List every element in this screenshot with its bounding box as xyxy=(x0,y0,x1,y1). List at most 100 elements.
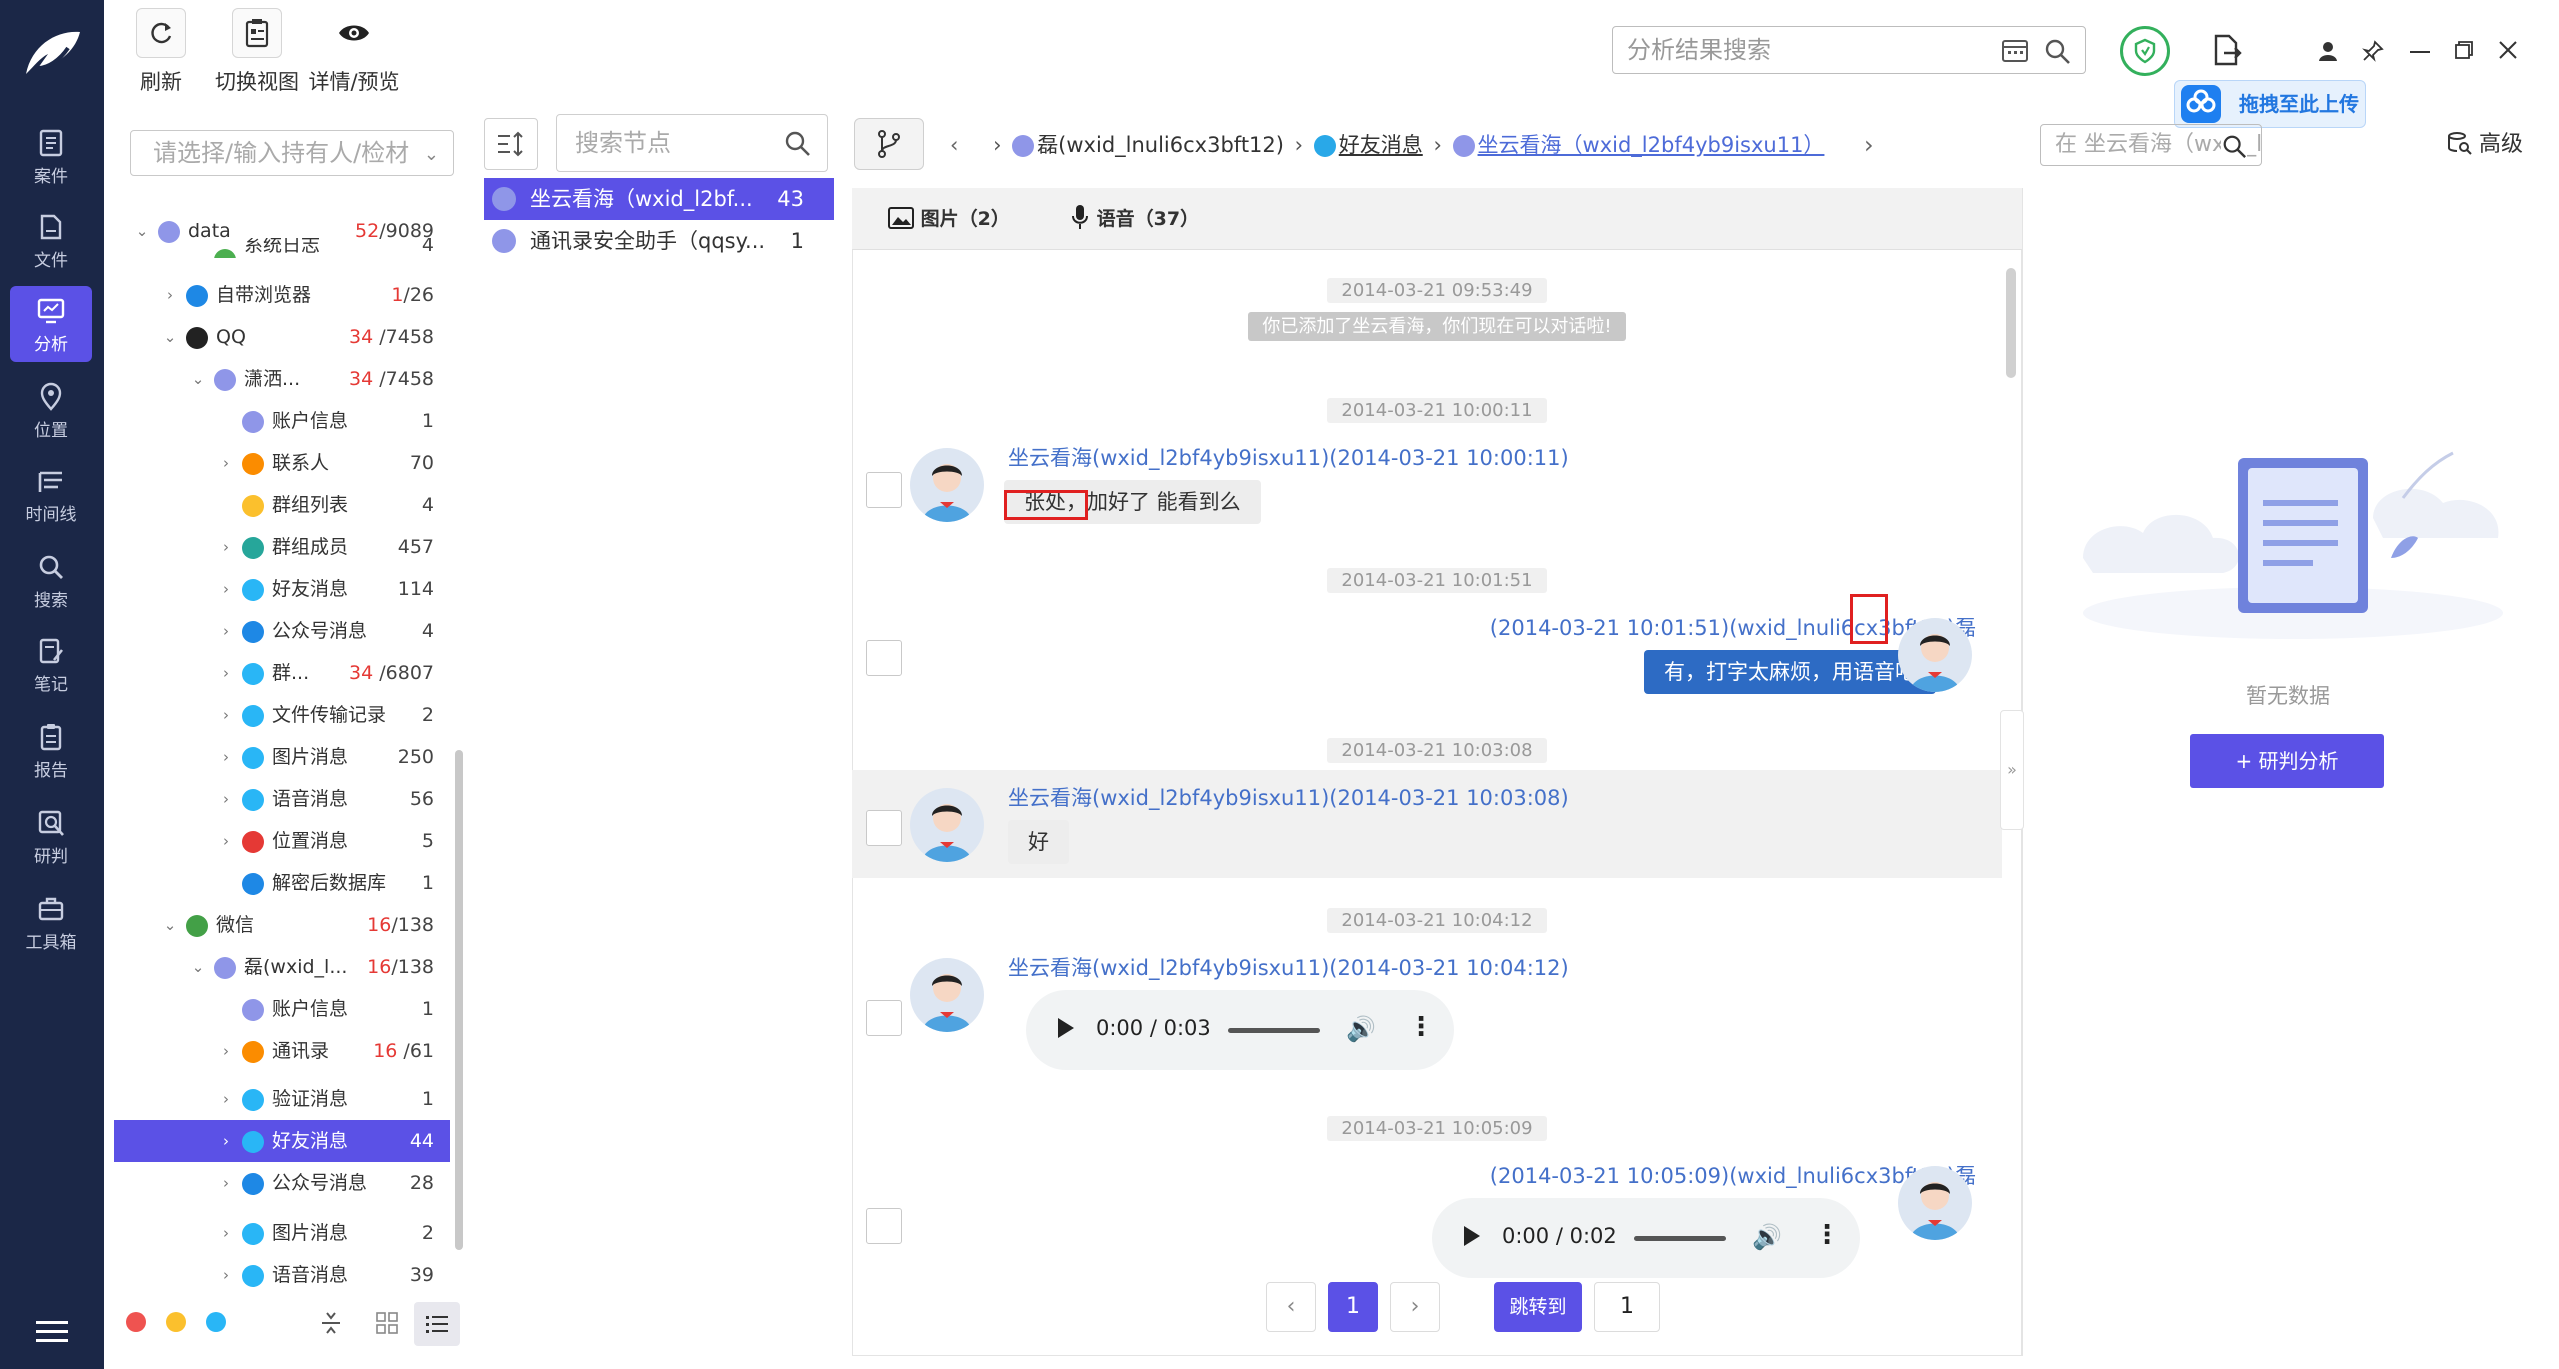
nav-item-analysis[interactable]: 分析 xyxy=(10,286,92,362)
nav-item-timeline[interactable]: 时间线 xyxy=(10,456,92,532)
tree-row[interactable]: › 通讯录 16 /61 xyxy=(114,1030,450,1072)
chevron-right-icon[interactable]: › xyxy=(218,1078,234,1120)
message-checkbox[interactable] xyxy=(866,1000,902,1036)
chevron-right-icon[interactable]: › xyxy=(218,442,234,484)
grid-view-icon[interactable] xyxy=(376,1312,398,1334)
jump-to-button[interactable]: 跳转到 xyxy=(1494,1282,1582,1332)
tree-row[interactable]: › 文件传输记录 2 xyxy=(114,694,450,736)
nav-item-judge[interactable]: 研判 xyxy=(10,798,92,874)
chevron-down-icon[interactable]: ⌄ xyxy=(190,358,206,400)
more-options-icon[interactable]: ⋮ xyxy=(1408,1012,1434,1042)
drag-upload-tip[interactable]: 拖拽至此上传 xyxy=(2174,80,2366,128)
chevron-right-icon[interactable]: › xyxy=(218,1212,234,1254)
pin-icon[interactable] xyxy=(2362,40,2384,62)
contact-list-item[interactable]: 坐云看海（wxid_l2bf... 43 xyxy=(484,178,834,220)
audio-seek-bar[interactable] xyxy=(1228,1028,1320,1033)
chevron-right-icon[interactable]: › xyxy=(218,778,234,820)
expand-collapse-icon[interactable] xyxy=(320,1310,342,1336)
list-view-button[interactable] xyxy=(414,1302,460,1346)
chevron-right-icon[interactable]: › xyxy=(218,610,234,652)
tree-row[interactable]: › 语音消息 39 xyxy=(114,1254,450,1296)
nav-item-search[interactable]: 搜索 xyxy=(10,542,92,618)
chevron-down-icon[interactable]: ⌄ xyxy=(190,946,206,988)
message-checkbox[interactable] xyxy=(866,810,902,846)
nav-item-case[interactable]: 案件 xyxy=(10,118,92,194)
tree-row[interactable]: 群组列表 4 xyxy=(114,484,450,526)
refresh-button[interactable]: 刷新 xyxy=(136,8,186,102)
collapse-panel-button[interactable]: » xyxy=(2000,710,2024,830)
tree-row[interactable]: › 公众号消息 4 xyxy=(114,610,450,652)
close-icon[interactable] xyxy=(2498,40,2518,60)
play-icon[interactable] xyxy=(1058,1018,1074,1038)
chat-search-input[interactable]: 在 坐云看海（wxid_l2bf4 xyxy=(2040,124,2262,166)
volume-icon[interactable]: 🔊 xyxy=(1346,1015,1376,1043)
jump-page-input[interactable]: 1 xyxy=(1594,1282,1660,1332)
node-search-input[interactable]: 搜索节点 xyxy=(556,114,828,172)
message-checkbox[interactable] xyxy=(866,1208,902,1244)
security-shield-icon[interactable] xyxy=(2120,26,2170,76)
chevron-right-icon[interactable]: › xyxy=(162,274,178,316)
prev-page-button[interactable]: ‹ xyxy=(1266,1282,1316,1332)
nav-item-location[interactable]: 位置 xyxy=(10,372,92,448)
more-options-icon[interactable]: ⋮ xyxy=(1814,1220,1840,1250)
tree-scrollbar[interactable] xyxy=(455,750,463,1250)
nav-item-report[interactable]: 报告 xyxy=(10,712,92,788)
tree-row[interactable]: › 群组成员 457 xyxy=(114,526,450,568)
chevron-down-icon[interactable]: ⌄ xyxy=(162,316,178,358)
tree-row[interactable]: 系统日志 4 xyxy=(114,238,450,258)
nav-item-toolbox[interactable]: 工具箱 xyxy=(10,884,92,960)
audio-seek-bar[interactable] xyxy=(1634,1236,1726,1241)
yellow-dot-icon[interactable] xyxy=(166,1312,186,1332)
advanced-search-button[interactable]: 高级 xyxy=(2446,124,2523,166)
tree-row[interactable]: › 自带浏览器 1/26 xyxy=(114,274,450,316)
details-preview-button[interactable]: 详情/预览 xyxy=(304,8,404,102)
restore-icon[interactable] xyxy=(2454,40,2474,60)
chevron-right-icon[interactable]: › xyxy=(218,652,234,694)
switch-view-button[interactable]: 切换视图 xyxy=(212,8,302,102)
tree-row[interactable]: › 验证消息 1 xyxy=(114,1078,450,1120)
chevron-right-icon[interactable]: › xyxy=(218,736,234,778)
chevron-right-icon[interactable]: › xyxy=(218,694,234,736)
tree-row[interactable]: › 联系人 70 xyxy=(114,442,450,484)
chevron-right-icon[interactable]: › xyxy=(218,568,234,610)
chevron-right-icon[interactable]: › xyxy=(218,526,234,568)
chevron-right-icon[interactable]: › xyxy=(218,1254,234,1296)
tree-row[interactable]: › 群... 34 /6807 xyxy=(114,652,450,694)
nav-item-note[interactable]: 笔记 xyxy=(10,626,92,702)
tree-row[interactable]: 解密后数据库 1 xyxy=(114,862,450,904)
nav-item-file[interactable]: 文件 xyxy=(10,202,92,278)
tree-row[interactable]: › 好友消息 44 xyxy=(114,1120,450,1162)
search-icon[interactable] xyxy=(2043,37,2071,65)
message-bubble[interactable]: 有，打字太麻烦，用语音吧 xyxy=(1644,650,1936,694)
red-dot-icon[interactable] xyxy=(126,1312,146,1332)
minimize-icon[interactable] xyxy=(2410,50,2430,54)
tree-row[interactable]: › 图片消息 2 xyxy=(114,1212,450,1254)
holder-select-input[interactable]: 请选择/输入持有人/检材 ⌄ xyxy=(130,130,454,176)
user-icon[interactable] xyxy=(2318,40,2338,62)
next-page-button[interactable]: › xyxy=(1390,1282,1440,1332)
chevron-right-icon[interactable]: › xyxy=(218,820,234,862)
tree-row[interactable]: ⌄ 微信 16/138 xyxy=(114,904,450,946)
export-file-icon[interactable] xyxy=(2212,34,2242,68)
message-bubble[interactable]: 好 xyxy=(1008,820,1069,864)
chevron-down-icon[interactable]: ⌄ xyxy=(162,904,178,946)
tree-row[interactable]: › 语音消息 56 xyxy=(114,778,450,820)
tree-row[interactable]: › 好友消息 114 xyxy=(114,568,450,610)
analyze-button[interactable]: + 研判分析 xyxy=(2190,734,2384,788)
contact-list-item[interactable]: 通讯录安全助手（qqsy... 1 xyxy=(484,220,834,262)
audio-player[interactable]: 0:00 / 0:02 🔊 ⋮ xyxy=(1432,1198,1860,1278)
tree-row[interactable]: ⌄ 磊(wxid_l... 16/138 xyxy=(114,946,450,988)
tree-row[interactable]: 账户信息 1 xyxy=(114,400,450,442)
tree-row[interactable]: ⌄ 潇洒... 34 /7458 xyxy=(114,358,450,400)
tree-row[interactable]: › 公众号消息 28 xyxy=(114,1162,450,1204)
tree-row[interactable]: › 图片消息 250 xyxy=(114,736,450,778)
search-icon[interactable] xyxy=(783,129,811,157)
hamburger-menu-icon[interactable] xyxy=(34,1318,70,1346)
message-checkbox[interactable] xyxy=(866,640,902,676)
search-icon[interactable] xyxy=(2221,133,2247,159)
tree-row[interactable]: › 位置消息 5 xyxy=(114,820,450,862)
sort-button[interactable] xyxy=(484,118,538,170)
volume-icon[interactable]: 🔊 xyxy=(1752,1223,1782,1251)
tree-row[interactable]: ⌄ QQ 34 /7458 xyxy=(114,316,450,358)
blue-dot-icon[interactable] xyxy=(206,1312,226,1332)
